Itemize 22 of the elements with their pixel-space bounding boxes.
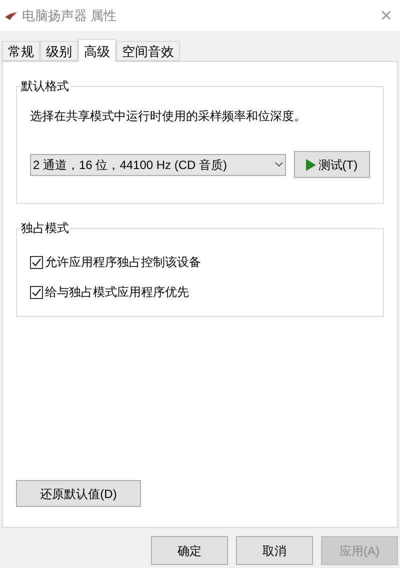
checkbox-label: 给与独占模式应用程序优先: [45, 284, 189, 301]
test-button[interactable]: 测试(T): [294, 151, 370, 178]
dialog-button[interactable]: 确定: [151, 536, 228, 565]
window-title: 电脑扬声器 属性: [22, 6, 117, 25]
tab[interactable]: 常规: [2, 41, 40, 61]
tab[interactable]: 高级: [78, 39, 116, 62]
speaker-icon: [4, 10, 18, 20]
description: 选择在共享模式中运行时使用的采样频率和位深度。: [30, 108, 307, 125]
dialog-button[interactable]: 取消: [236, 536, 313, 565]
checkbox[interactable]: [30, 286, 43, 298]
tab[interactable]: 空间音效: [116, 41, 180, 61]
format-value: 2 通道，16 位，44100 Hz (CD 音质): [33, 156, 228, 174]
group-legend: 默认格式: [20, 78, 70, 94]
restore-defaults-button[interactable]: 还原默认值(D): [16, 480, 141, 507]
checkbox[interactable]: [30, 256, 43, 268]
play-icon: [306, 158, 316, 170]
tab[interactable]: 级别: [40, 41, 78, 61]
group-legend: 独占模式: [20, 220, 70, 236]
chevron-down-icon: [274, 162, 283, 167]
test-label: 测试(T): [318, 156, 358, 174]
checkbox-label: 允许应用程序独占控制该设备: [45, 254, 201, 271]
format-dropdown[interactable]: 2 通道，16 位，44100 Hz (CD 音质): [30, 154, 286, 176]
